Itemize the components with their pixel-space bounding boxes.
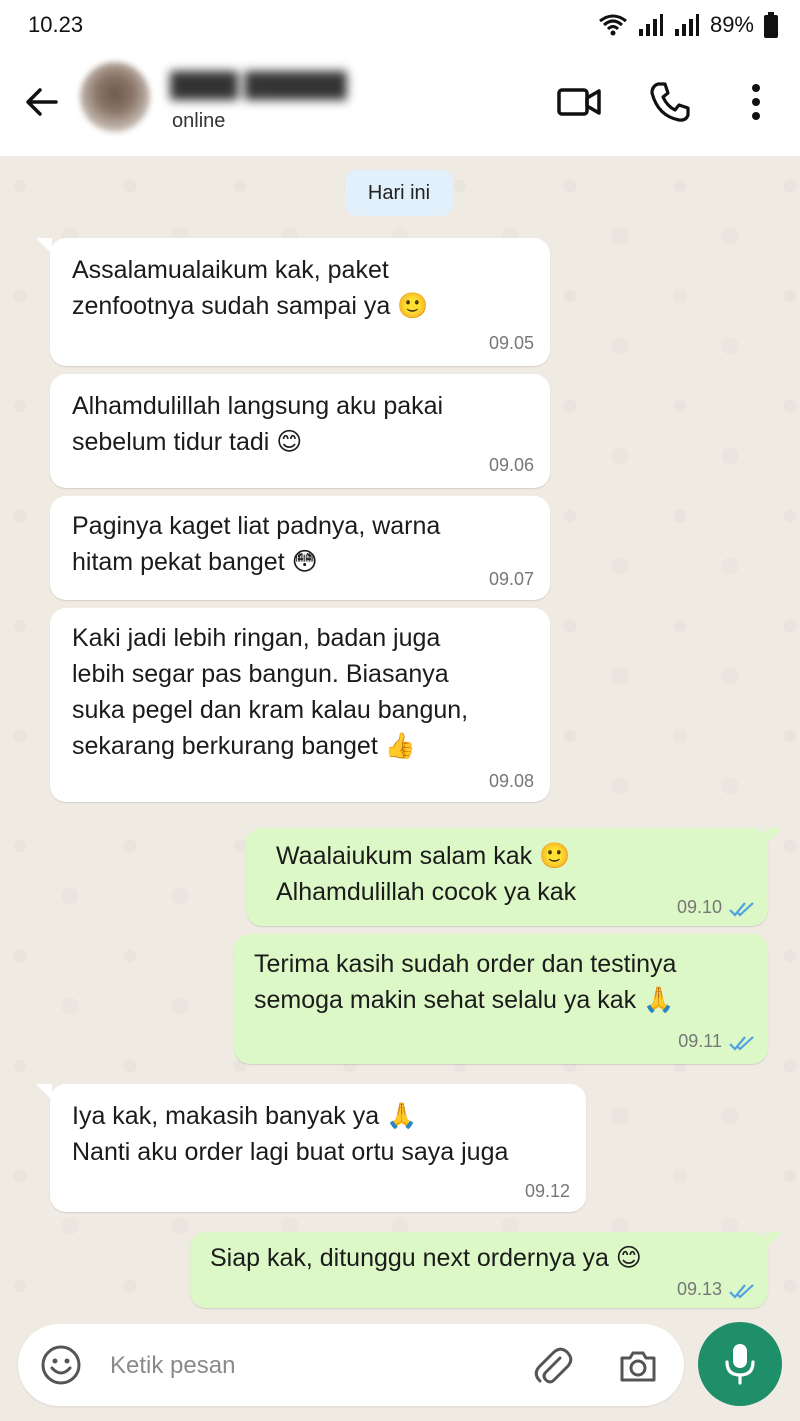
- message-time: 09.07: [488, 569, 534, 589]
- message-text: Alhamdulillah langsung aku pakai sebelum…: [72, 392, 444, 456]
- message-outgoing[interactable]: Waalaiukum salam kak 🙂 Alhamdulillah coc…: [246, 828, 782, 926]
- double-tick-icon: [729, 902, 754, 917]
- mic-button[interactable]: [698, 1322, 782, 1406]
- message-text: Kaki jadi lebih ringan, badan juga lebih…: [72, 624, 469, 760]
- mic-icon: [725, 1344, 755, 1385]
- message-text: Waalaiukum salam kak 🙂 Alhamdulillah coc…: [276, 842, 577, 906]
- contact-status: online: [172, 110, 226, 132]
- camera-icon[interactable]: [616, 1344, 660, 1388]
- back-arrow-icon[interactable]: [22, 82, 62, 122]
- phone-icon[interactable]: [646, 78, 694, 126]
- status-bar: 10.23 89%: [0, 0, 800, 50]
- double-tick-icon: [729, 1036, 754, 1051]
- double-tick-icon: [729, 1284, 754, 1299]
- more-vert-icon[interactable]: [732, 78, 780, 126]
- signal-icon: [638, 14, 663, 36]
- message-time: 09.13: [676, 1279, 722, 1299]
- message-input[interactable]: [108, 1342, 512, 1390]
- status-time: 10.23: [28, 12, 84, 37]
- battery-percent: 89%: [709, 12, 754, 37]
- message-outgoing[interactable]: Terima kasih sudah order dan testinya se…: [234, 934, 768, 1064]
- message-incoming[interactable]: Assalamualaikum kak, paket zenfootnya su…: [36, 238, 550, 366]
- chat-header: ████ ██████ online: [0, 50, 800, 156]
- battery-icon: [764, 12, 778, 38]
- message-text: Iya kak, makasih banyak ya 🙏 Nanti aku o…: [72, 1102, 509, 1166]
- chat-area[interactable]: Hari ini Assalamualaikum kak, paket zenf…: [0, 156, 800, 1326]
- message-time: 09.10: [676, 897, 722, 917]
- emoji-icon[interactable]: [40, 1344, 82, 1386]
- wifi-icon: [599, 14, 627, 36]
- message-time: 09.08: [488, 771, 534, 791]
- message-incoming[interactable]: Iya kak, makasih banyak ya 🙏 Nanti aku o…: [36, 1084, 586, 1212]
- message-incoming[interactable]: Kaki jadi lebih ringan, badan juga lebih…: [50, 608, 550, 802]
- signal-icon: [674, 14, 699, 36]
- message-incoming[interactable]: Alhamdulillah langsung aku pakai sebelum…: [50, 374, 550, 488]
- message-text: Paginya kaget liat padnya, warna hitam p…: [72, 512, 441, 576]
- message-incoming[interactable]: Paginya kaget liat padnya, warna hitam p…: [50, 496, 550, 600]
- message-composer: [18, 1324, 684, 1406]
- message-time: 09.05: [488, 333, 534, 353]
- date-chip: Hari ini: [345, 170, 453, 216]
- message-text: Siap kak, ditunggu next ordernya ya 😊: [210, 1244, 642, 1272]
- status-right: 89%: [598, 12, 778, 38]
- contact-name-blurred[interactable]: ████ ██████: [170, 72, 347, 100]
- attach-icon[interactable]: [530, 1344, 574, 1388]
- message-time: 09.11: [678, 1031, 722, 1051]
- message-outgoing[interactable]: Siap kak, ditunggu next ordernya ya 😊 09…: [190, 1232, 782, 1308]
- message-time: 09.12: [524, 1181, 570, 1201]
- avatar[interactable]: [80, 62, 150, 132]
- video-call-icon[interactable]: [555, 78, 603, 126]
- message-text: Assalamualaikum kak, paket zenfootnya su…: [72, 256, 429, 320]
- message-time: 09.06: [488, 455, 534, 475]
- message-text: Terima kasih sudah order dan testinya se…: [254, 950, 677, 1014]
